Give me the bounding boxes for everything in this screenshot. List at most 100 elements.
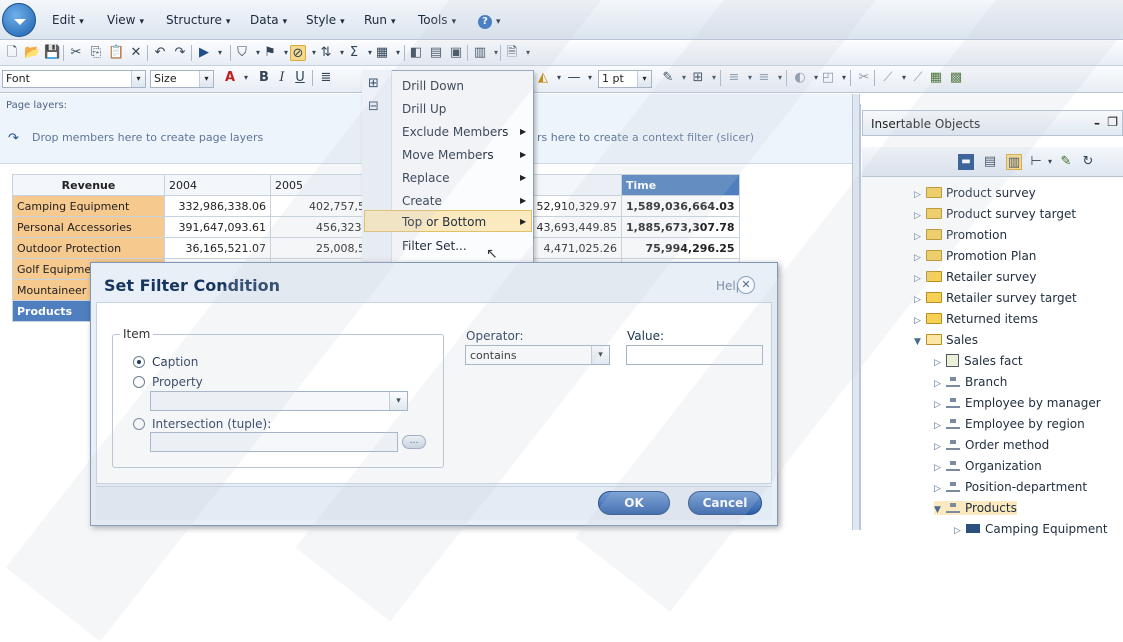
- chart-icon[interactable]: ▦: [374, 45, 390, 61]
- row-header[interactable]: Camping Equipment: [12, 195, 165, 217]
- menu-help[interactable]: ? ▾: [478, 13, 501, 29]
- run-dropdown-icon[interactable]: ▾: [212, 45, 228, 61]
- apply-style-icon[interactable]: ▦: [928, 70, 944, 86]
- borders-icon[interactable]: ⊞: [690, 70, 706, 86]
- font-color-icon[interactable]: A: [222, 70, 238, 86]
- tree-item[interactable]: ▷ Employee by region: [934, 417, 1085, 431]
- background-color-icon[interactable]: ◭: [535, 70, 551, 86]
- format-data-icon[interactable]: ✂: [856, 70, 872, 86]
- insert-chart-icon[interactable]: ▥: [472, 45, 488, 61]
- table-cell[interactable]: 36,165,521.07: [164, 237, 271, 259]
- horizontal-align-icon[interactable]: ≡: [726, 70, 742, 86]
- delete-icon[interactable]: ✕: [128, 45, 144, 61]
- tree-item[interactable]: ▷ Product survey: [914, 186, 1036, 200]
- intersection-radio[interactable]: [133, 418, 145, 430]
- menu-item-drill-up[interactable]: Drill Up: [402, 102, 446, 116]
- tree-item-selected[interactable]: ▼ Products: [934, 501, 1017, 515]
- tree-item[interactable]: ▷ Returned items: [914, 312, 1038, 326]
- suppress-icon[interactable]: ⚑: [262, 45, 278, 61]
- menu-item-drill-down[interactable]: Drill Down: [402, 79, 464, 93]
- menu-item-create[interactable]: Create ▶: [402, 194, 526, 208]
- border-color-icon[interactable]: ✎: [660, 70, 676, 86]
- menu-item-replace[interactable]: Replace ▶: [402, 171, 526, 185]
- intersection-field[interactable]: [150, 432, 398, 452]
- source-tab-icon[interactable]: ▬: [958, 154, 974, 170]
- menu-data[interactable]: Data ▾: [250, 13, 287, 27]
- paste-icon[interactable]: 📋: [108, 45, 124, 61]
- create-set-icon[interactable]: ✎: [1058, 154, 1074, 170]
- tree-item[interactable]: ▷ Camping Equipment: [954, 522, 1108, 536]
- swap-icon[interactable]: ◧: [408, 45, 424, 61]
- tree-item[interactable]: ▷ Organization: [934, 459, 1042, 473]
- table-cell[interactable]: 456,323,3: [270, 216, 377, 238]
- property-radio[interactable]: [133, 376, 145, 388]
- table-cell[interactable]: 75,994,296.25: [621, 237, 740, 259]
- cut-icon[interactable]: ✂: [68, 45, 84, 61]
- data-items-icon[interactable]: ▤: [982, 154, 998, 170]
- column-header[interactable]: 2004: [164, 174, 271, 196]
- menu-edit[interactable]: Edit ▾: [52, 13, 84, 27]
- table-cell[interactable]: 4,471,025.26: [531, 237, 622, 259]
- background-color-dropdown-icon[interactable]: ▾: [551, 70, 567, 86]
- redo-icon[interactable]: ↷: [172, 45, 188, 61]
- cancel-button[interactable]: Cancel: [688, 491, 762, 515]
- column-header[interactable]: 2005: [270, 174, 377, 196]
- menu-view[interactable]: View ▾: [107, 13, 144, 27]
- border-line-dropdown-icon[interactable]: ▾: [582, 70, 598, 86]
- refresh-icon[interactable]: ↻: [1080, 154, 1096, 170]
- tree-item[interactable]: ▷ Promotion: [914, 228, 1007, 242]
- table-cell[interactable]: 402,757,57: [270, 195, 377, 217]
- font-combo[interactable]: Font ▾: [2, 70, 146, 88]
- group-icon[interactable]: ▤: [428, 45, 444, 61]
- new-icon[interactable]: 🗋: [4, 45, 20, 61]
- tree-item[interactable]: ▷ Position-department: [934, 480, 1087, 494]
- close-icon[interactable]: ✕: [737, 276, 755, 294]
- pick-up-style-icon[interactable]: ⟋: [910, 70, 926, 86]
- table-cell[interactable]: 25,008,57: [270, 237, 377, 259]
- tree-view-dropdown-icon[interactable]: ▾: [1042, 154, 1058, 170]
- explore-icon[interactable]: ⊘: [290, 45, 306, 61]
- undo-icon[interactable]: ↶: [152, 45, 168, 61]
- table-cell[interactable]: 391,647,093.61: [164, 216, 271, 238]
- tree-item[interactable]: ▷ Retailer survey target: [914, 291, 1077, 305]
- bold-icon[interactable]: B: [256, 70, 272, 86]
- calculator-icon[interactable]: ▩: [948, 70, 964, 86]
- tree-item[interactable]: ▷ Sales fact: [934, 354, 1023, 368]
- menu-item-move-members[interactable]: Move Members ▶: [402, 148, 526, 162]
- table-cell[interactable]: 332,986,338.06: [164, 195, 271, 217]
- menu-item-filter-set[interactable]: Filter Set...: [402, 239, 467, 253]
- crosstab-icon[interactable]: ▣: [448, 45, 464, 61]
- row-header[interactable]: Outdoor Protection: [12, 237, 165, 259]
- sort-icon[interactable]: ⇅: [318, 45, 334, 61]
- conditional-style-icon[interactable]: ◐: [792, 70, 808, 86]
- menu-item-exclude-members[interactable]: Exclude Members ▶: [402, 125, 526, 139]
- table-cell[interactable]: 43,693,449.85: [531, 216, 622, 238]
- value-input[interactable]: [626, 345, 763, 365]
- menu-structure[interactable]: Structure ▾: [166, 13, 230, 27]
- tree-item[interactable]: ▷ Order method: [934, 438, 1049, 452]
- menu-item-top-or-bottom[interactable]: Top or Bottom ▶: [402, 215, 526, 229]
- caption-radio[interactable]: [133, 356, 145, 368]
- minimize-icon[interactable]: –: [1094, 116, 1100, 130]
- table-cell[interactable]: 1,589,036,664.03: [621, 195, 740, 217]
- page-icon[interactable]: 🗎: [504, 45, 520, 61]
- vertical-align-icon[interactable]: ≡: [756, 70, 772, 86]
- underline-icon[interactable]: U: [292, 70, 308, 86]
- ok-button[interactable]: OK: [598, 491, 670, 515]
- summarize-icon[interactable]: Σ: [346, 45, 362, 61]
- copy-icon[interactable]: ⎘: [88, 45, 104, 61]
- tree-item[interactable]: ▷ Product survey target: [914, 207, 1076, 221]
- table-cell[interactable]: 52,910,329.97: [531, 195, 622, 217]
- line-width-combo[interactable]: 1 pt ▾: [598, 70, 652, 88]
- table-cell[interactable]: 1,885,673,307.78: [621, 216, 740, 238]
- style-variable-icon[interactable]: ⟋: [880, 70, 896, 86]
- tree-item[interactable]: ▷ Retailer survey: [914, 270, 1036, 284]
- app-menu-button[interactable]: [2, 3, 36, 37]
- row-header[interactable]: Personal Accessories: [12, 216, 165, 238]
- pane-splitter[interactable]: [852, 94, 860, 530]
- tree-item-expanded[interactable]: ▼ Sales: [914, 333, 978, 347]
- insert-chart-dropdown-icon[interactable]: ▾: [488, 45, 504, 61]
- restore-icon[interactable]: ❐: [1107, 115, 1118, 129]
- toolbox-icon[interactable]: ▥: [1006, 154, 1022, 170]
- filter-icon[interactable]: ⛉: [234, 45, 250, 61]
